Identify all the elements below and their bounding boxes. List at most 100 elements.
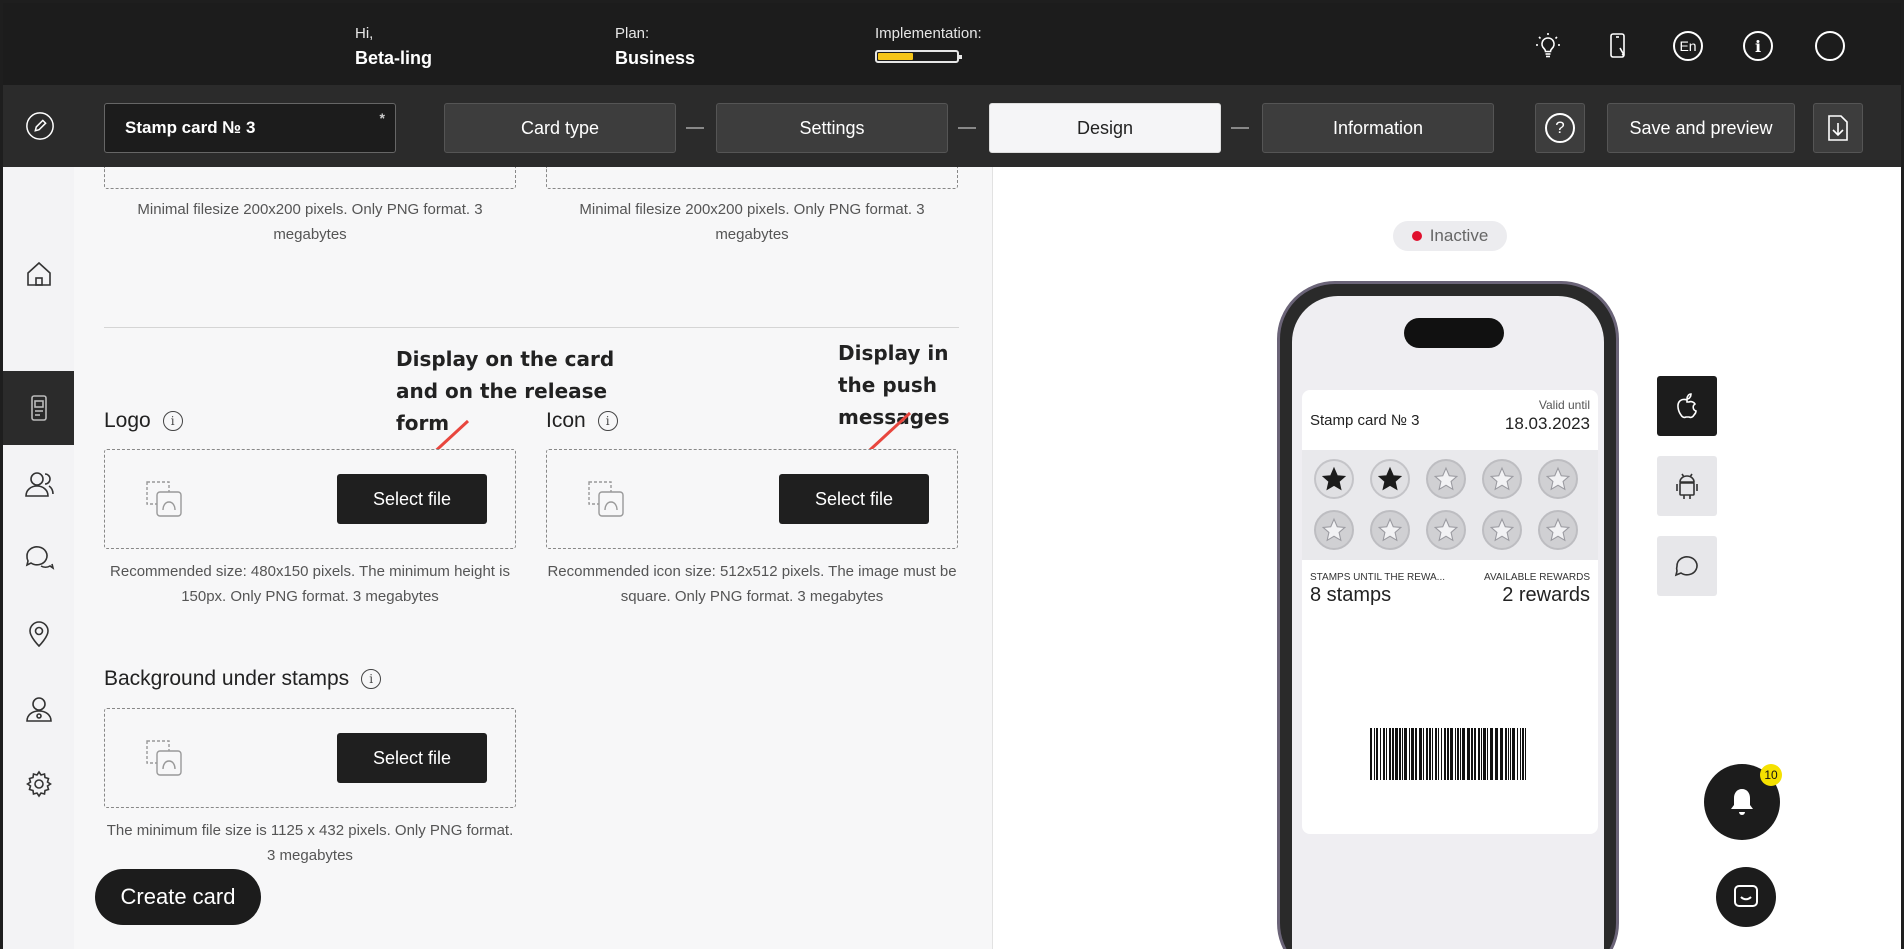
save-label: Save and preview xyxy=(1629,117,1773,138)
info-icon[interactable]: i xyxy=(162,411,183,431)
barcode-bar xyxy=(1487,728,1488,780)
star-icon xyxy=(1321,517,1347,542)
step-design[interactable]: Design xyxy=(989,103,1221,153)
barcode-bar xyxy=(1402,728,1403,780)
sidebar-item-cards[interactable] xyxy=(3,371,74,445)
push-preview-button[interactable] xyxy=(1657,536,1717,596)
barcode-bar xyxy=(1429,728,1431,780)
plan-label: Plan: xyxy=(615,25,650,42)
step-card-type[interactable]: Card type xyxy=(444,103,676,153)
upload-area-top-left[interactable] xyxy=(104,167,516,189)
edit-icon[interactable] xyxy=(25,111,55,141)
logo-select-file-button[interactable]: Select file xyxy=(337,474,487,524)
sidebar-item-settings[interactable] xyxy=(3,747,74,821)
barcode-bar xyxy=(1478,728,1480,780)
location-icon xyxy=(28,621,49,648)
plan-value: Business xyxy=(615,48,696,68)
settings-icon xyxy=(25,770,52,798)
barcode-bar xyxy=(1380,728,1381,780)
apple-preview-button[interactable] xyxy=(1657,376,1717,436)
barcode-bar xyxy=(1441,728,1442,780)
sidebar-item-messages[interactable] xyxy=(3,520,74,594)
background-upload-area[interactable]: Select file xyxy=(104,708,516,808)
implementation-progress-fill xyxy=(878,53,914,60)
step-settings[interactable]: Settings xyxy=(716,103,948,153)
bulb-icon[interactable] xyxy=(1533,31,1563,61)
greeting: Hi, Beta-ling xyxy=(355,25,432,69)
card-name-input[interactable]: Stamp card № 3 * xyxy=(104,103,396,153)
required-mark: * xyxy=(379,110,385,126)
sidebar-item-locations[interactable] xyxy=(3,597,74,671)
support-chat-button[interactable] xyxy=(1716,867,1776,927)
upload-area-top-right[interactable] xyxy=(546,167,958,189)
top-bar: Hi, Beta-ling Plan: Business Implementat… xyxy=(3,3,1901,85)
stamps-until-value: 8 stamps xyxy=(1310,584,1392,606)
help-button[interactable]: ? xyxy=(1535,103,1585,153)
barcode-bar xyxy=(1411,728,1414,780)
create-card-button[interactable]: Create card xyxy=(95,869,261,925)
icon-upload-area[interactable]: Select file xyxy=(546,449,958,549)
save-and-preview-button[interactable]: Save and preview xyxy=(1607,103,1795,153)
barcode-bar xyxy=(1462,728,1465,780)
stamp-empty xyxy=(1370,510,1410,550)
logo-upload-area[interactable]: Select file xyxy=(104,449,516,549)
barcode-bar xyxy=(1374,728,1375,780)
barcode-bar xyxy=(1447,728,1449,780)
image-placeholder-icon xyxy=(588,481,624,517)
implementation-label: Implementation: xyxy=(875,25,982,42)
select-file-label: Select file xyxy=(372,488,452,509)
barcode-bar xyxy=(1505,728,1507,780)
star-icon xyxy=(1433,466,1459,491)
valid-until-label: Valid until xyxy=(1538,398,1590,412)
logo-label: Logo xyxy=(104,409,151,432)
notification-count-badge: 10 xyxy=(1760,764,1782,786)
step-settings-label: Settings xyxy=(799,117,865,138)
language-icon[interactable]: En xyxy=(1673,31,1703,61)
background-section-label: Background under stamps i xyxy=(104,667,382,691)
progress-bar-tip xyxy=(959,55,962,59)
sidebar-item-home[interactable] xyxy=(3,237,74,311)
barcode-bar xyxy=(1432,728,1433,780)
barcode-bar xyxy=(1392,728,1394,780)
greeting-label: Hi, xyxy=(355,25,374,42)
step-information[interactable]: Information xyxy=(1262,103,1494,153)
star-icon xyxy=(1489,517,1515,542)
barcode-bar xyxy=(1483,728,1486,780)
barcode-bar xyxy=(1508,728,1509,780)
stamp-empty xyxy=(1538,510,1578,550)
star-icon xyxy=(1321,466,1347,491)
stamp-empty xyxy=(1426,459,1466,499)
icon-select-file-button[interactable]: Select file xyxy=(779,474,929,524)
help-icon: ? xyxy=(1545,113,1575,143)
info-icon[interactable]: i xyxy=(597,411,618,431)
barcode-bar xyxy=(1415,728,1417,780)
profile-icon[interactable] xyxy=(1815,31,1845,61)
select-file-label: Select file xyxy=(372,747,452,768)
barcode-bar xyxy=(1450,728,1453,780)
star-icon xyxy=(1489,466,1515,491)
barcode xyxy=(1370,728,1526,780)
background-select-file-button[interactable]: Select file xyxy=(337,733,487,783)
icon-hint: Recommended icon size: 512x512 pixels. T… xyxy=(547,563,957,605)
barcode-bar xyxy=(1409,728,1410,780)
stamp-grid xyxy=(1302,450,1598,560)
step-information-label: Information xyxy=(1332,117,1424,138)
phone-screen: Stamp card № 3 Valid until 18.03.2023 ST… xyxy=(1292,296,1604,949)
sidebar-item-clients[interactable] xyxy=(3,447,74,521)
notifications-button[interactable]: 10 xyxy=(1704,764,1782,840)
stamp-filled xyxy=(1370,459,1410,499)
info-icon[interactable]: i xyxy=(1743,31,1773,61)
background-hint: The minimum file size is 1125 x 432 pixe… xyxy=(106,822,514,864)
star-icon xyxy=(1377,466,1403,491)
barcode-bar xyxy=(1500,728,1503,780)
phone-icon[interactable] xyxy=(1603,31,1633,61)
barcode-bar xyxy=(1490,728,1493,780)
download-button[interactable] xyxy=(1813,103,1863,153)
info-icon[interactable]: i xyxy=(361,669,382,689)
sidebar-item-users[interactable] xyxy=(3,672,74,746)
messages-icon xyxy=(25,546,54,570)
stamp-empty xyxy=(1482,510,1522,550)
implementation: Implementation: xyxy=(875,25,982,63)
barcode-bar xyxy=(1383,728,1385,780)
android-preview-button[interactable] xyxy=(1657,456,1717,516)
